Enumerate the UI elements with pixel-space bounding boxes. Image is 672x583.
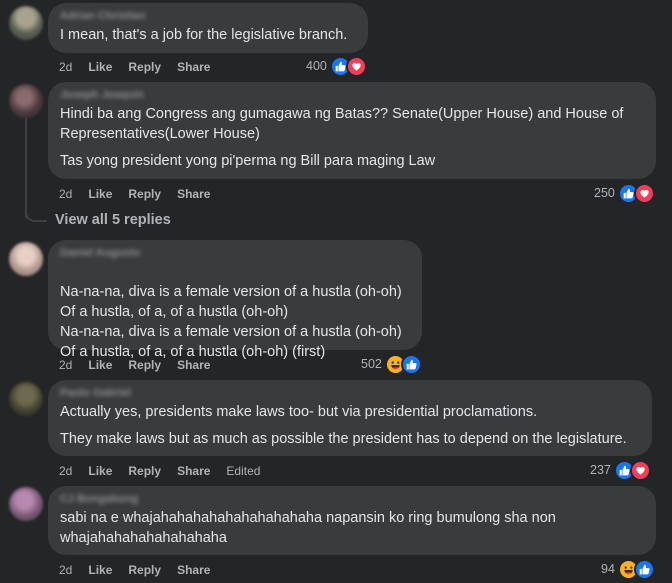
like-button[interactable]: Like	[88, 187, 112, 201]
view-replies-link[interactable]: View all 5 replies	[55, 212, 171, 228]
comment-bubble: Paolo Gabriel Actually yes, presidents m…	[48, 380, 652, 456]
reaction-count: 237	[590, 463, 611, 477]
comment-time[interactable]: 2d	[59, 187, 72, 201]
comment-bubble: Daniel Augusto Na-na-na, diva is a femal…	[48, 240, 422, 360]
comment-actions: 2d Like Reply Share Edited	[59, 463, 276, 479]
avatar[interactable]	[9, 382, 43, 416]
comment-time[interactable]: 2d	[59, 60, 72, 74]
comment-time[interactable]: 2d	[59, 464, 72, 478]
share-button[interactable]: Share	[177, 358, 210, 372]
comment-time[interactable]: 2d	[59, 563, 72, 577]
love-reaction-icon	[633, 182, 655, 204]
like-button[interactable]: Like	[88, 60, 112, 74]
reaction-summary[interactable]: 502	[361, 353, 422, 375]
share-button[interactable]: Share	[177, 563, 210, 577]
comment-author[interactable]: Joseph Joaquin	[60, 89, 644, 101]
comment-text: I mean, that's a job for the legislative…	[60, 27, 348, 43]
comment-author[interactable]: Daniel Augusto	[60, 247, 410, 259]
comment-text: Tas yong president yong pi'perma ng Bill…	[60, 153, 436, 169]
avatar[interactable]	[9, 84, 43, 118]
like-reaction-icon	[400, 353, 422, 375]
share-button[interactable]: Share	[177, 60, 210, 74]
comment-text: Actually yes, presidents make laws too- …	[60, 404, 538, 420]
like-button[interactable]: Like	[88, 358, 112, 372]
reaction-count: 400	[306, 59, 327, 73]
avatar[interactable]	[9, 487, 43, 521]
comment-bubble: Joseph Joaquin Hindi ba ang Congress ang…	[48, 82, 656, 179]
comment-author[interactable]: Adrian Christian	[60, 10, 356, 22]
share-button[interactable]: Share	[177, 187, 210, 201]
comment-actions: 2d Like Reply Share	[59, 186, 226, 202]
reaction-summary[interactable]: 400	[306, 55, 367, 77]
like-reaction-icon	[633, 558, 655, 580]
comment-time[interactable]: 2d	[59, 358, 72, 372]
reply-button[interactable]: Reply	[128, 563, 161, 577]
comment-bubble: Adrian Christian I mean, that's a job fo…	[48, 3, 368, 53]
comment-actions: 2d Like Reply Share	[59, 562, 226, 578]
avatar[interactable]	[9, 242, 43, 276]
reaction-count: 502	[361, 357, 382, 371]
avatar[interactable]	[9, 6, 43, 40]
like-button[interactable]: Like	[88, 464, 112, 478]
reply-button[interactable]: Reply	[128, 60, 161, 74]
comment-text: Hindi ba ang Congress ang gumagawa ng Ba…	[60, 106, 624, 142]
comment-text: They make laws but as much as possible t…	[60, 431, 627, 447]
comment-actions: 2d Like Reply Share	[59, 59, 226, 75]
reply-button[interactable]: Reply	[128, 464, 161, 478]
reaction-summary[interactable]: 237	[590, 459, 651, 481]
comment-actions: 2d Like Reply Share	[59, 357, 226, 373]
comment-author[interactable]: CJ Bongabong	[60, 493, 644, 505]
edited-label: Edited	[226, 464, 261, 478]
thread-connector	[25, 208, 47, 222]
thread-line	[25, 118, 27, 218]
reaction-summary[interactable]: 94	[601, 558, 655, 580]
reaction-summary[interactable]: 250	[594, 182, 655, 204]
comment-author[interactable]: Paolo Gabriel	[60, 387, 640, 399]
reply-button[interactable]: Reply	[128, 187, 161, 201]
comment-text: Na-na-na, diva is a female version of a …	[60, 284, 402, 360]
comment-bubble: CJ Bongabong sabi na e whajahahahahahaha…	[48, 486, 656, 555]
love-reaction-icon	[345, 55, 367, 77]
reaction-count: 94	[601, 562, 615, 576]
reply-button[interactable]: Reply	[128, 358, 161, 372]
share-button[interactable]: Share	[177, 464, 210, 478]
comment-text: sabi na e whajahahahahahahahahahaha napa…	[60, 510, 556, 546]
love-reaction-icon	[629, 459, 651, 481]
like-button[interactable]: Like	[88, 563, 112, 577]
reaction-count: 250	[594, 186, 615, 200]
